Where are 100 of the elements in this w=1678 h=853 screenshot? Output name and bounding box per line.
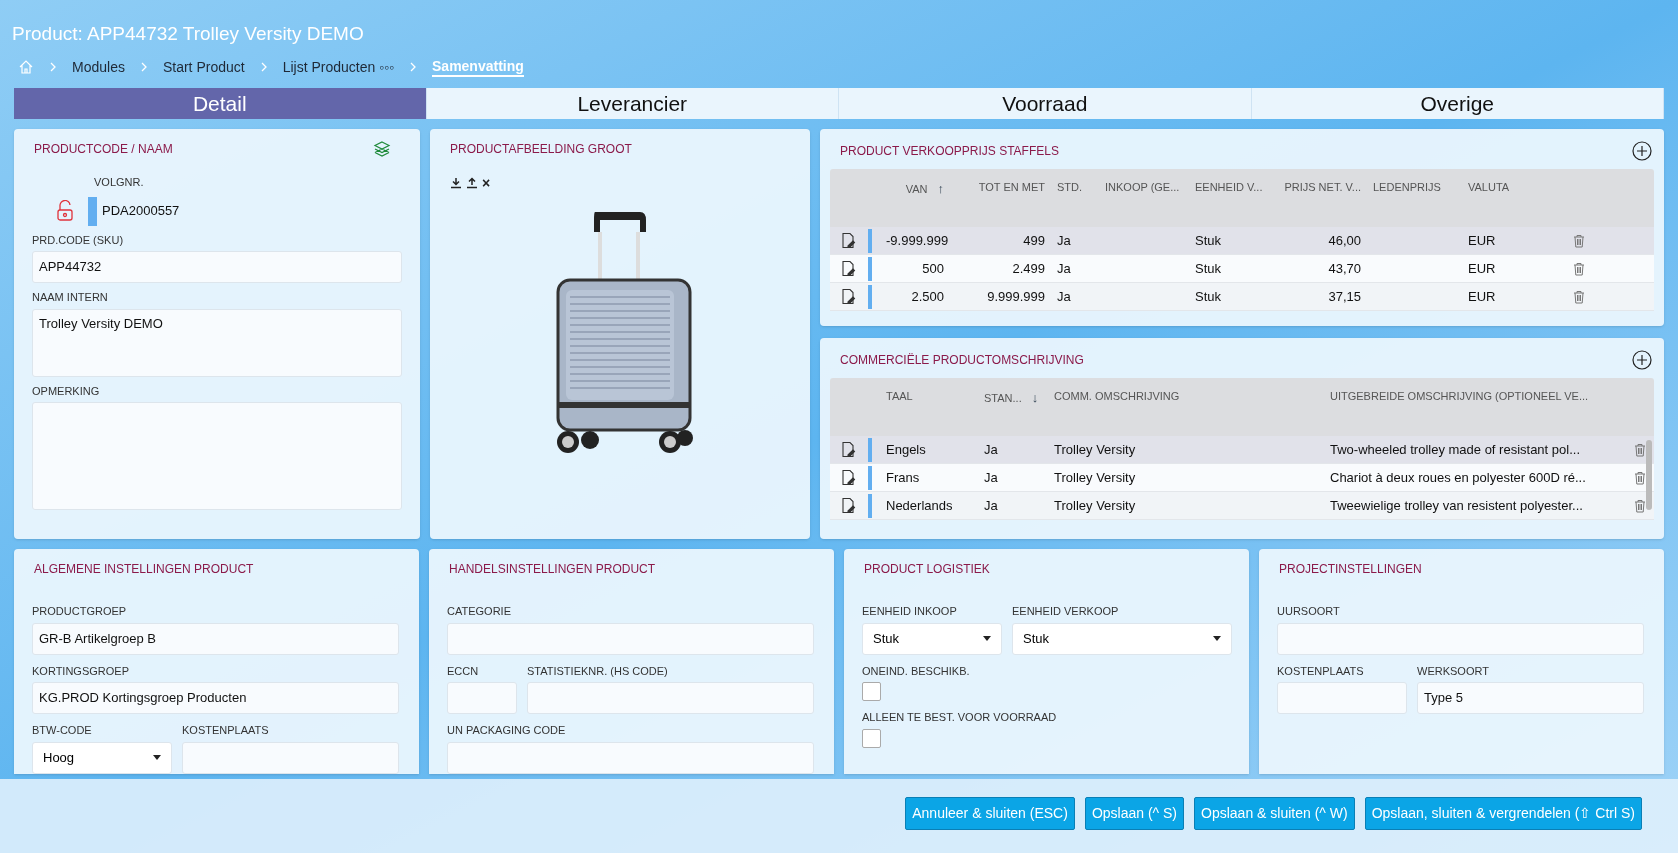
checkbox[interactable] <box>862 728 881 748</box>
column-header[interactable]: TAAL <box>880 388 978 405</box>
table-cell-text: 2.500 <box>910 287 945 306</box>
column-header[interactable]: COMM. OMSCHRIJVING <box>1048 388 1324 405</box>
table-cell-text: 500 <box>921 259 945 278</box>
input-field[interactable]: APP44732 <box>32 251 402 283</box>
panel-title: PRODUCT LOGISTIEK <box>864 561 991 578</box>
input-field[interactable] <box>447 622 814 655</box>
edit-icon <box>840 469 856 486</box>
column-header[interactable]: PRIJS NET. V... <box>1277 179 1367 196</box>
table-cell-text: 37,15 <box>1327 287 1362 306</box>
table-cell-text: Stuk <box>1194 231 1222 250</box>
table-row[interactable]: -9.999.999 499 Ja Stuk 46,00 EUR <box>830 227 1654 255</box>
field-label: UN PACKAGING CODE <box>447 723 567 738</box>
table-cell-text: Trolley Versity <box>1053 496 1137 515</box>
column-header[interactable]: STAN... ↓ <box>978 388 1048 408</box>
field-label: STATISTIEKNR. (HS CODE) <box>527 663 669 679</box>
table-cell-text: Tweewielige trolley van resistent polyester... <box>1329 496 1584 515</box>
edit-icon <box>840 260 856 277</box>
input-field[interactable] <box>1277 682 1407 714</box>
table-cell-text: Trolley Versity <box>1053 468 1137 487</box>
table-cell-text: 9.999.999 <box>986 287 1046 306</box>
field-label: ECCN <box>447 663 480 679</box>
field-label: EENHEID INKOOP <box>862 604 958 619</box>
field-label: PRD.CODE (SKU) <box>32 232 125 248</box>
table-cell-text: EUR <box>1467 259 1497 278</box>
table-cell-text: EUR <box>1467 231 1497 250</box>
dropdown[interactable]: Stuk <box>862 622 1002 655</box>
panel-title: PROJECTINSTELLINGEN <box>1279 561 1423 578</box>
upload-icon <box>466 177 478 189</box>
row-marker <box>88 196 97 226</box>
table-row[interactable]: Engels Ja Trolley Versity Two-wheeled trolley made of resistant pol... <box>830 436 1654 464</box>
table-cell-text: Stuk <box>1194 259 1222 278</box>
delete-icon <box>1634 442 1646 457</box>
delete-icon <box>1634 470 1646 485</box>
add-icon <box>1632 350 1652 370</box>
checkbox[interactable] <box>862 682 881 701</box>
edit-icon <box>840 441 856 458</box>
table-cell-text: Ja <box>983 440 999 459</box>
breadcrumb-link[interactable]: Start Product <box>162 56 245 78</box>
input-field[interactable] <box>447 682 517 714</box>
row-marker <box>868 284 872 309</box>
input-field[interactable]: Trolley Versity DEMO <box>32 308 402 377</box>
input-field[interactable]: Type 5 <box>1417 682 1644 714</box>
table-cell-text: Nederlands <box>885 496 954 515</box>
input-field[interactable] <box>447 741 814 774</box>
add-icon <box>1632 141 1652 161</box>
input-field[interactable] <box>527 682 814 714</box>
breadcrumb-link[interactable]: Lijst Producten ◦◦◦ <box>282 56 394 78</box>
column-header[interactable]: VAN ↑ <box>880 179 950 199</box>
panel-title: PRODUCTAFBEELDING GROOT <box>450 141 633 158</box>
edit-icon <box>840 497 856 514</box>
field-label: KORTINGSGROEP <box>32 663 130 679</box>
field-label: VOLGNR. <box>93 175 145 190</box>
input-field[interactable] <box>1277 622 1644 655</box>
tab[interactable]: Voorraad <box>839 88 1252 119</box>
table-cell-text: Engels <box>885 440 927 459</box>
input-field[interactable] <box>32 402 402 510</box>
table-cell-text: EUR <box>1467 287 1497 306</box>
field-label: UURSOORT <box>1277 604 1341 619</box>
edit-icon <box>840 232 856 249</box>
column-header[interactable]: UITGEBREIDE OMSCHRIJVING (OPTIONEEL VE... <box>1324 388 1626 405</box>
panel-title: COMMERCIËLE PRODUCTOMSCHRIJVING <box>840 352 1084 369</box>
column-header[interactable]: INKOOP (GE... <box>1099 179 1189 196</box>
table-cell-text: 499 <box>1022 231 1046 250</box>
column-header[interactable]: TOT EN MET <box>950 179 1051 196</box>
table-cell-text: Ja <box>1056 287 1072 306</box>
field-label: ALLEEN TE BEST. VOOR VOORRAAD <box>862 710 1058 725</box>
column-header[interactable]: LEDENPRIJS <box>1367 179 1462 196</box>
input-field[interactable]: KG.PROD Kortingsgroep Producten <box>32 682 399 714</box>
table-row[interactable]: Frans Ja Trolley Versity Chariot à deux roues en polyester 600D ré... <box>830 464 1654 492</box>
chevron-icon <box>48 61 58 73</box>
dropdown[interactable]: Stuk <box>1012 622 1232 655</box>
table-cell-text: Ja <box>1056 231 1072 250</box>
field-label: PRODUCTGROEP <box>32 604 128 619</box>
panel-title: PRODUCTCODE / NAAM <box>34 141 173 158</box>
tab[interactable]: Detail <box>14 88 427 119</box>
breadcrumb-link[interactable]: Modules <box>72 56 125 78</box>
sort-arrow: ↓ <box>1031 389 1039 407</box>
column-header[interactable]: VALUTA <box>1462 179 1532 196</box>
column-header[interactable]: EENHEID V... <box>1189 179 1277 196</box>
column-header[interactable]: STD. <box>1051 179 1099 196</box>
table-row[interactable]: 500 2.499 Ja Stuk 43,70 EUR <box>830 255 1654 283</box>
table-row[interactable]: Nederlands Ja Trolley Versity Tweewielige trolley van resistent polyester... <box>830 492 1654 520</box>
caret-icon <box>153 755 161 760</box>
field-label: KOSTENPLAATS <box>182 723 270 738</box>
tab[interactable]: Overige <box>1251 88 1664 119</box>
table-cell-text: Chariot à deux roues en polyester 600D ré... <box>1329 468 1587 487</box>
input-field[interactable]: GR-B Artikelgroep B <box>32 622 399 655</box>
field-label: CATEGORIE <box>447 604 512 619</box>
field-label: NAAM INTERN <box>32 290 109 305</box>
remove-button[interactable]: × <box>482 176 491 190</box>
delete-icon <box>1573 261 1585 276</box>
table-cell-text: 46,00 <box>1327 231 1362 250</box>
table-row[interactable]: 2.500 9.999.999 Ja Stuk 37,15 EUR <box>830 283 1654 311</box>
dropdown[interactable]: Hoog <box>32 741 172 774</box>
scrollbar[interactable] <box>1646 440 1652 510</box>
input-field[interactable] <box>182 741 399 774</box>
tab[interactable]: Leverancier <box>426 88 839 119</box>
row-marker <box>868 493 872 518</box>
